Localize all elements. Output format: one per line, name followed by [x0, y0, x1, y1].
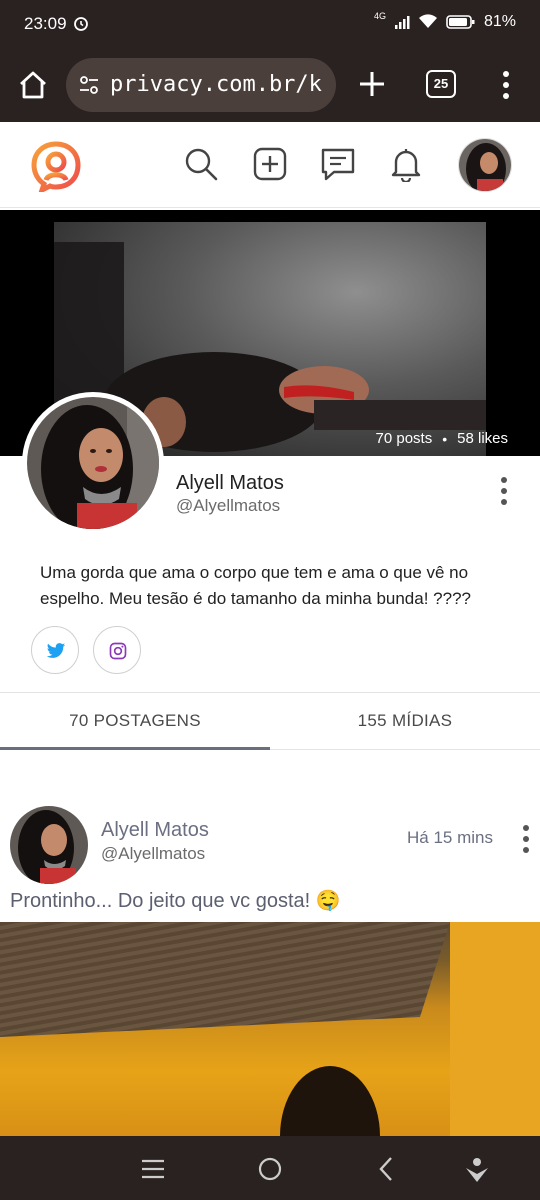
profile-photo — [27, 397, 159, 529]
wifi-icon — [418, 14, 437, 28]
url-text: privacy.com.br/k — [110, 72, 322, 97]
browser-menu-icon[interactable] — [496, 68, 516, 102]
post-author-avatar[interactable] — [10, 806, 88, 884]
profile-avatar-image — [27, 397, 159, 529]
alarm-icon — [74, 17, 88, 31]
instagram-icon — [109, 642, 127, 660]
twitter-icon — [46, 643, 66, 658]
messages-icon[interactable] — [320, 146, 356, 182]
likes-count: 58 likes — [457, 430, 508, 447]
network-label: 4G — [373, 11, 386, 21]
accessibility-icon[interactable] — [462, 1154, 492, 1184]
active-tab-indicator — [0, 747, 270, 750]
tab-posts[interactable]: 70 POSTAGENS — [0, 692, 270, 750]
tab-switcher-button[interactable]: 25 — [426, 70, 456, 98]
post-image[interactable] — [0, 922, 540, 1136]
profile-name: Alyell Matos — [176, 472, 284, 494]
home-nav-icon[interactable] — [255, 1154, 285, 1184]
status-time: 23:09 — [24, 14, 67, 33]
twitter-button[interactable] — [31, 626, 79, 674]
instagram-button[interactable] — [93, 626, 141, 674]
system-nav-bar — [0, 1136, 540, 1200]
profile-stats: 70 posts • 58 likes — [376, 430, 508, 447]
tab-media[interactable]: 155 MÍDIAS — [270, 692, 540, 750]
post-avatar-image — [10, 806, 88, 884]
new-tab-icon[interactable] — [356, 68, 388, 100]
back-icon[interactable] — [372, 1154, 402, 1184]
post-photo — [0, 922, 540, 1136]
battery-icon — [446, 15, 475, 29]
recent-apps-icon[interactable] — [138, 1154, 168, 1184]
search-icon[interactable] — [183, 146, 219, 182]
post-options-icon[interactable] — [518, 824, 534, 854]
battery-percent: 81% — [483, 13, 516, 30]
notifications-bell-icon[interactable] — [388, 146, 424, 182]
status-right: 4G 81% — [373, 11, 516, 31]
post-timestamp: Há 15 mins — [407, 828, 493, 847]
app-header — [0, 122, 540, 208]
avatar-image — [459, 139, 511, 191]
browser-toolbar: privacy.com.br/k 25 — [0, 50, 540, 122]
posts-count: 70 posts — [375, 430, 433, 447]
signal-icon — [394, 16, 410, 29]
profile-handle: @Alyellmatos — [176, 496, 281, 515]
profile-bio: Uma gorda que ama o corpo que tem e ama … — [40, 563, 471, 608]
home-icon[interactable] — [16, 68, 50, 102]
url-bar[interactable]: privacy.com.br/k — [66, 58, 336, 112]
privacy-logo-icon[interactable] — [30, 140, 82, 192]
site-settings-icon[interactable] — [78, 74, 100, 96]
post-text: Prontinho... Do jeito que vc gosta! 🤤 — [10, 890, 341, 912]
stats-separator: • — [442, 430, 448, 447]
post-author-name[interactable]: Alyell Matos — [101, 819, 209, 842]
user-avatar[interactable] — [458, 138, 512, 192]
status-bar: 23:09 4G 81% — [0, 0, 540, 50]
profile-avatar[interactable] — [22, 392, 164, 534]
profile-options-icon[interactable] — [496, 476, 512, 506]
post-author-handle: @Alyellmatos — [101, 844, 206, 863]
create-post-icon[interactable] — [252, 146, 288, 182]
